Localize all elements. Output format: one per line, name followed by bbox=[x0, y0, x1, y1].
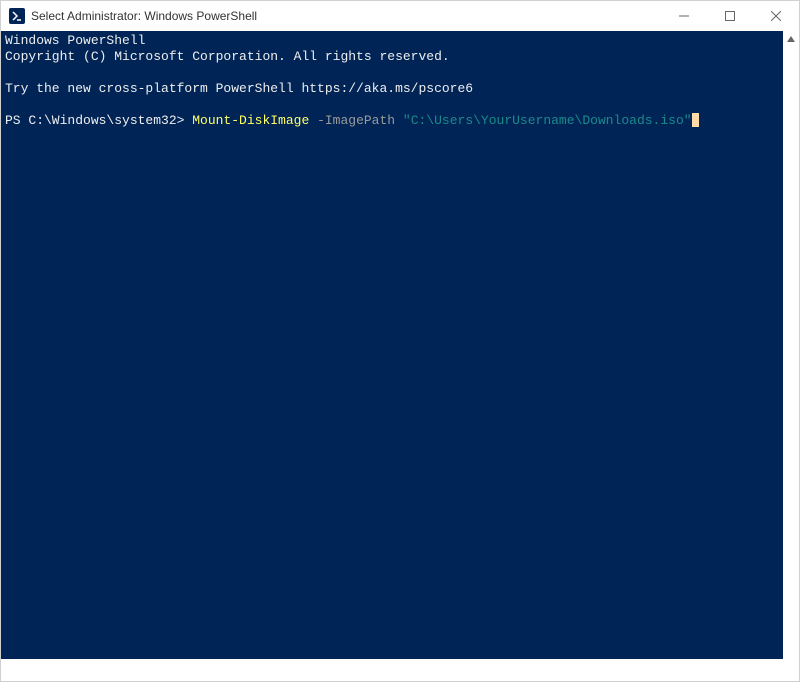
titlebar[interactable]: Select Administrator: Windows PowerShell bbox=[1, 1, 799, 31]
maximize-button[interactable] bbox=[707, 1, 753, 31]
prompt: PS C:\Windows\system32> bbox=[5, 113, 192, 128]
window-title: Select Administrator: Windows PowerShell bbox=[31, 9, 257, 23]
minimize-button[interactable] bbox=[661, 1, 707, 31]
terminal-area: Windows PowerShell Copyright (C) Microso… bbox=[1, 31, 799, 659]
titlebar-left: Select Administrator: Windows PowerShell bbox=[9, 8, 257, 24]
close-button[interactable] bbox=[753, 1, 799, 31]
banner-line-1: Windows PowerShell bbox=[5, 33, 145, 48]
terminal-output[interactable]: Windows PowerShell Copyright (C) Microso… bbox=[1, 31, 783, 659]
pscore-hint: Try the new cross-platform PowerShell ht… bbox=[5, 81, 473, 96]
cmdlet-name: Mount-DiskImage bbox=[192, 113, 309, 128]
scrollbar[interactable] bbox=[783, 31, 799, 659]
parameter-value: "C:\Users\YourUsername\Downloads.iso" bbox=[403, 113, 692, 128]
window-controls bbox=[661, 1, 799, 31]
banner-line-2: Copyright (C) Microsoft Corporation. All… bbox=[5, 49, 450, 64]
powershell-window: Select Administrator: Windows PowerShell… bbox=[0, 0, 800, 682]
powershell-icon bbox=[9, 8, 25, 24]
cursor bbox=[692, 113, 699, 127]
parameter-name: -ImagePath bbox=[317, 113, 395, 128]
scroll-up-arrow-icon[interactable] bbox=[783, 31, 799, 47]
window-bottom-border bbox=[1, 659, 799, 681]
